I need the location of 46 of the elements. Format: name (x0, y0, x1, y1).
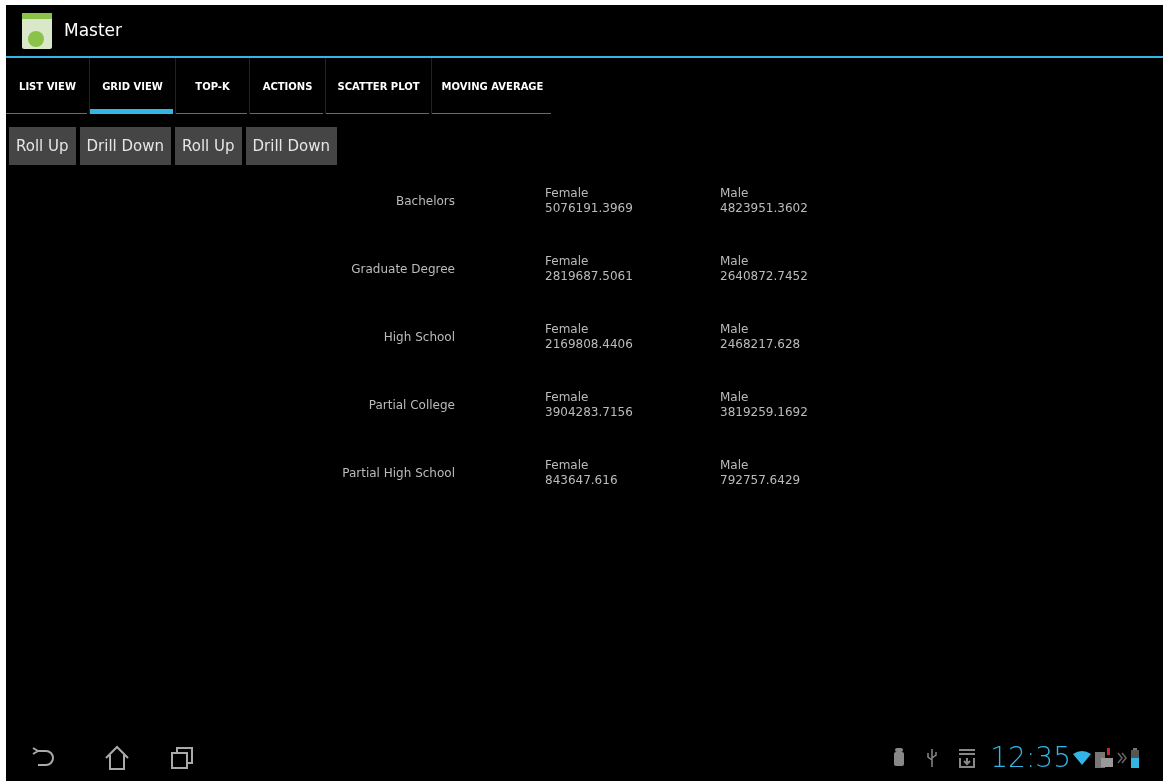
value-text: 843647.616 (545, 473, 619, 488)
tab[interactable]: ACTIONS (249, 58, 325, 114)
category-label: Partial College (367, 397, 456, 414)
wifi-icon (1073, 751, 1091, 765)
series-label: Male (720, 390, 750, 405)
value-text: 3819259.1692 (720, 405, 808, 420)
series-label: Female (545, 186, 590, 201)
category-label: Graduate Degree (350, 261, 456, 278)
action-button[interactable]: Drill Down (245, 127, 338, 165)
category-label: Partial High School (341, 465, 456, 482)
usb-icon (926, 748, 939, 768)
series-label: Male (720, 186, 750, 201)
home-icon[interactable] (104, 745, 130, 771)
category-label: High School (382, 329, 456, 346)
chevrons-icon (1117, 752, 1127, 764)
app-title: Master (64, 18, 123, 42)
tab[interactable]: MOVING AVERAGE (431, 58, 553, 114)
value-text: 792757.6429 (720, 473, 801, 488)
category-label: Bachelors (394, 193, 456, 210)
action-button[interactable]: Roll Up (175, 127, 242, 165)
download-icon (958, 748, 977, 768)
value-text: 2468217.628 (720, 337, 801, 352)
series-label: Female (545, 390, 590, 405)
tab[interactable]: LIST VIEW (6, 58, 89, 114)
value-text: 2640872.7452 (720, 269, 808, 284)
value-text: 2819687.5061 (545, 269, 634, 284)
series-label: Male (720, 458, 750, 473)
value-text: 3904283.7156 (545, 405, 634, 420)
action-button[interactable]: Roll Up (9, 127, 76, 165)
series-label: Female (545, 458, 590, 473)
tab[interactable]: SCATTER PLOT (325, 58, 431, 114)
recent-apps-icon[interactable] (170, 746, 194, 770)
back-icon[interactable] (30, 747, 56, 769)
series-label: Female (545, 254, 590, 269)
series-label: Male (720, 254, 750, 269)
tab[interactable]: TOP-K (175, 58, 249, 114)
series-label: Male (720, 322, 750, 337)
value-text: 4823951.3602 (720, 201, 808, 216)
series-label: Female (545, 322, 590, 337)
tab[interactable]: GRID VIEW (89, 58, 175, 114)
battery-icon (1131, 748, 1139, 768)
value-text: 5076191.3969 (545, 201, 634, 216)
action-button[interactable]: Drill Down (79, 127, 172, 165)
clock-time: 12:35 (990, 744, 1071, 772)
app-icon (22, 12, 52, 49)
value-text: 2169808.4406 (545, 337, 634, 352)
